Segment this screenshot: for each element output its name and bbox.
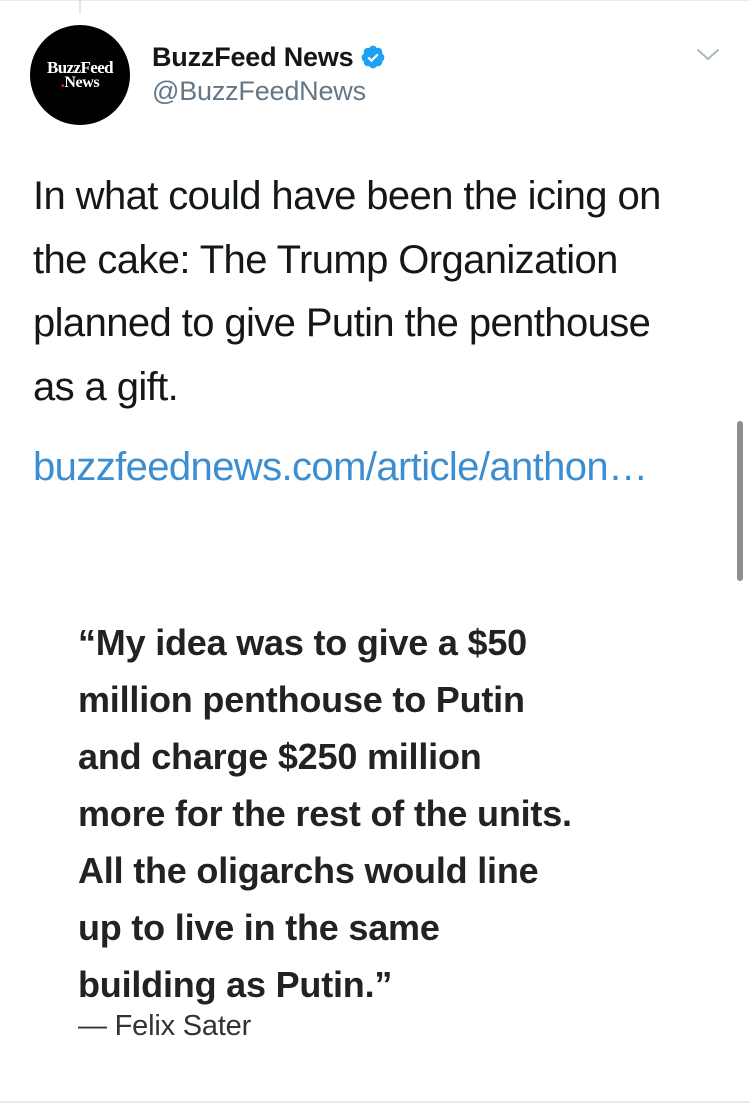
author-handle[interactable]: @BuzzFeedNews [152,76,366,107]
author-name-row[interactable]: BuzzFeed News [152,40,386,74]
verified-badge-icon [362,45,385,69]
quote-text: “My idea was to give a $50 million penth… [78,622,572,1005]
avatar-logo-line2: .News [61,74,100,91]
tweet-text: In what could have been the icing on the… [33,174,661,409]
chevron-down-icon[interactable] [693,42,723,68]
tweet-media-image[interactable]: “My idea was to give a $50 million penth… [0,590,750,1060]
thread-line [79,0,81,14]
tweet-link[interactable]: buzzfeednews.com/article/anthon… [33,437,648,497]
avatar[interactable]: BuzzFeed .News [30,25,130,125]
avatar-logo-news: News [64,74,100,91]
top-divider [0,0,750,1]
quote-attribution: — Felix Sater [78,1010,252,1042]
scrollbar[interactable] [737,421,743,581]
author-display-name[interactable]: BuzzFeed News [152,42,354,73]
